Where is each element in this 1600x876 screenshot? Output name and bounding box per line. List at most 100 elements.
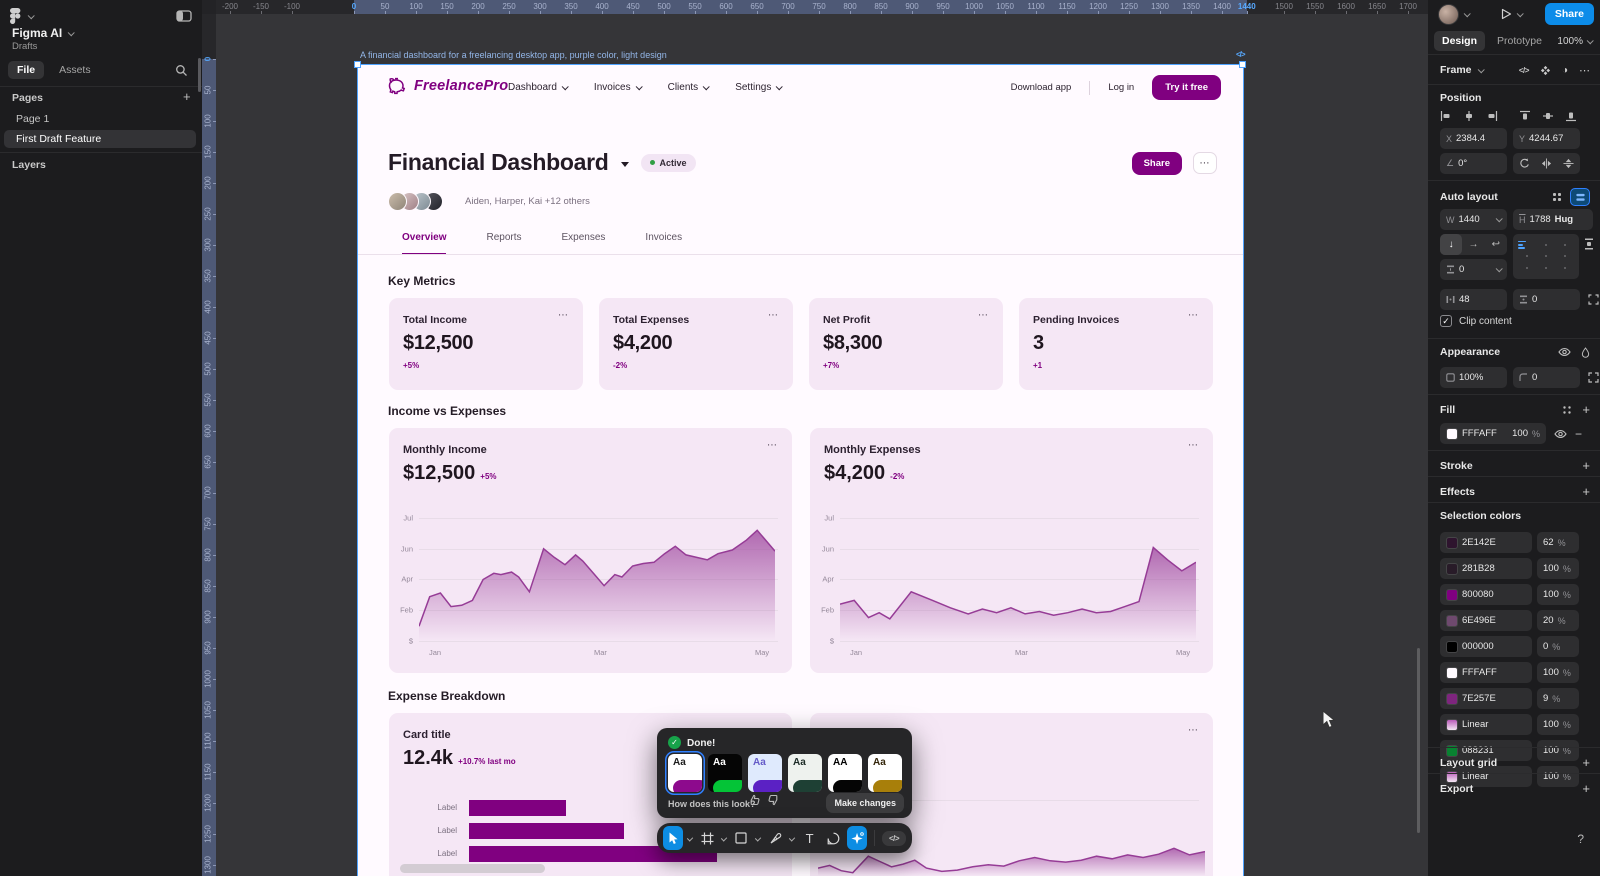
nav-item-dashboard[interactable]: Dashboard [508,82,569,93]
workspace-chevron-icon[interactable] [27,11,35,19]
selection-color-opacity[interactable]: 0% [1537,636,1579,657]
x-position-field[interactable]: X 2384.4 [1440,128,1507,149]
selection-color-opacity[interactable]: 20% [1537,610,1579,631]
mini-card-more-icon[interactable]: ⋯ [1188,725,1199,736]
tab-design[interactable]: Design [1434,31,1486,51]
download-app-link[interactable]: Download app [1011,82,1072,93]
selection-color-swatch[interactable]: 000000 [1440,636,1532,657]
shape-tool-chevron-icon[interactable] [755,834,762,842]
thumbs-down-icon[interactable] [767,793,779,811]
pen-tool[interactable] [765,826,785,850]
thumbs-up-icon[interactable] [749,793,761,811]
dev-mode-toggle[interactable]: </> [881,830,907,846]
selection-color-swatch[interactable]: 6E496E [1440,610,1532,631]
try-it-free-button[interactable]: Try it free [1152,75,1221,100]
gap-field[interactable]: 0 [1440,259,1507,280]
frame-name-label[interactable]: A financial dashboard for a freelancing … [360,50,667,60]
theme-swatch[interactable]: Aa [868,754,902,792]
tab-file[interactable]: File [8,61,45,79]
direction-horizontal-icon[interactable]: → [1462,234,1484,255]
y-position-field[interactable]: Y 4244.67 [1513,128,1580,149]
share-button[interactable]: Share [1544,3,1594,25]
tab-assets[interactable]: Assets [50,61,100,79]
mask-icon[interactable]: ◑ [1562,65,1568,76]
pen-tool-chevron-icon[interactable] [789,834,796,842]
avatar-chevron-icon[interactable] [1463,9,1471,17]
move-tool-chevron-icon[interactable] [686,834,694,842]
component-icon[interactable] [1540,65,1551,76]
title-caret-icon[interactable] [620,161,629,167]
align-right-icon[interactable] [1486,110,1498,122]
present-icon[interactable] [1500,8,1512,20]
selection-type-label[interactable]: Frame [1440,64,1472,76]
add-stroke-icon[interactable]: + [1582,458,1590,473]
width-field[interactable]: W 1440 [1440,209,1507,230]
align-top-icon[interactable] [1519,110,1531,122]
add-fill-icon[interactable]: + [1582,402,1590,417]
metric-more-icon[interactable]: ⋯ [768,310,779,321]
selection-color-opacity[interactable]: 62% [1537,532,1579,553]
sidebar-page-item[interactable]: First Draft Feature [4,130,196,148]
canvas-hscrollbar[interactable] [400,864,545,873]
flip-horizontal-icon[interactable] [1535,153,1557,174]
corner-radius-field[interactable]: 0 [1513,367,1580,388]
align-v-center-icon[interactable] [1542,110,1554,122]
align-bottom-icon[interactable] [1565,110,1577,122]
copy-code-icon[interactable]: </> [1519,66,1530,75]
fill-visibility-icon[interactable] [1554,429,1567,439]
independent-corners-icon[interactable] [1588,372,1599,383]
height-field[interactable]: H 1788 Hug [1513,209,1593,230]
make-changes-button[interactable]: Make changes [826,793,904,813]
canvas-vscrollbar[interactable] [1417,648,1420,833]
visibility-eye-icon[interactable] [1558,347,1571,357]
metric-more-icon[interactable]: ⋯ [978,310,989,321]
selection-handle-tl[interactable] [354,61,361,68]
shape-tool[interactable] [731,826,751,850]
metric-more-icon[interactable]: ⋯ [1188,310,1199,321]
chart-card-more-icon[interactable]: ⋯ [767,440,778,451]
nav-item-clients[interactable]: Clients [668,82,710,93]
distribute-icon[interactable] [1584,238,1594,250]
chart-card-more-icon[interactable]: ⋯ [1188,440,1199,451]
selection-color-swatch[interactable]: 7E257E [1440,688,1532,709]
rotate-90-icon[interactable] [1513,153,1535,174]
design-tab-expenses[interactable]: Expenses [562,232,606,255]
selection-color-opacity[interactable]: 100% [1537,662,1579,683]
comment-tool[interactable] [823,826,843,850]
selection-color-swatch[interactable]: 281B28 [1440,558,1532,579]
theme-swatch[interactable]: Aa [748,754,782,792]
grid-layout-icon[interactable] [1552,192,1562,202]
auto-layout-active-icon[interactable] [1570,188,1590,206]
individual-padding-icon[interactable] [1588,294,1599,305]
fill-color-chip[interactable] [1446,427,1458,440]
remove-fill-icon[interactable]: − [1575,427,1582,441]
help-button[interactable]: ? [1577,832,1584,846]
align-left-icon[interactable] [1440,110,1452,122]
direction-vertical-icon[interactable]: ↓ [1440,234,1463,255]
brand-name[interactable]: FreelancePro [414,78,508,94]
add-page-icon[interactable]: + [183,90,191,103]
search-icon[interactable] [175,64,188,77]
design-share-button[interactable]: Share [1131,152,1182,175]
nav-item-invoices[interactable]: Invoices [594,82,643,93]
present-chevron-icon[interactable] [1516,9,1524,17]
selection-color-opacity[interactable]: 100% [1537,714,1579,735]
text-tool[interactable]: T [800,826,820,850]
tab-prototype[interactable]: Prototype [1489,31,1550,51]
add-export-icon[interactable]: + [1582,781,1590,796]
frame-chevron-icon[interactable] [1477,65,1485,73]
design-more-button[interactable]: ⋯ [1193,152,1217,174]
selection-color-opacity[interactable]: 9% [1537,688,1579,709]
metric-more-icon[interactable]: ⋯ [558,310,569,321]
theme-swatch[interactable]: AA [828,754,862,792]
move-tool[interactable] [663,826,683,850]
padding-vertical-field[interactable]: 0 [1513,289,1580,310]
zoom-level[interactable]: 100% [1557,36,1594,47]
figma-logo-icon[interactable] [10,8,21,24]
frame-tool-chevron-icon[interactable] [720,834,728,842]
design-tab-invoices[interactable]: Invoices [645,232,682,255]
direction-wrap-icon[interactable]: ↩ [1485,234,1507,255]
user-avatar[interactable] [1438,3,1459,25]
opacity-field[interactable]: 100% [1440,367,1507,388]
selection-color-swatch[interactable]: 2E142E [1440,532,1532,553]
